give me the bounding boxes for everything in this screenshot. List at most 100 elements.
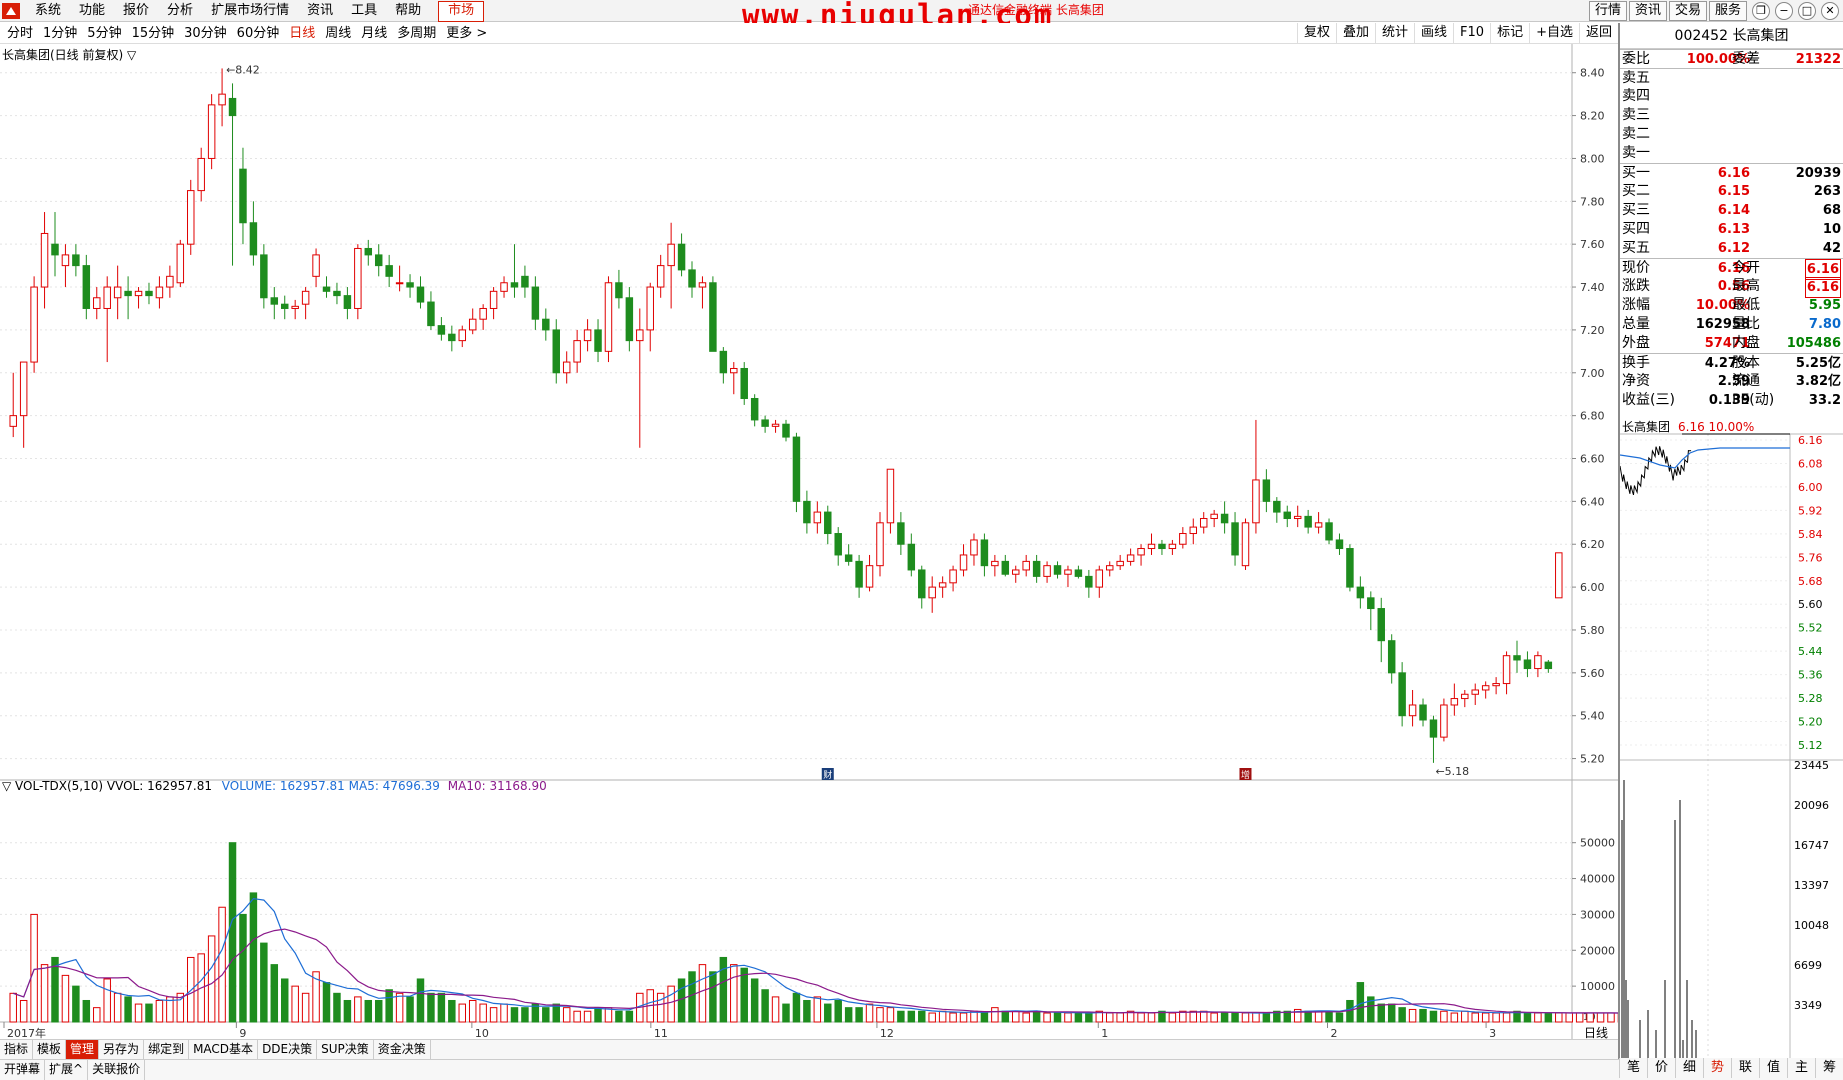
top-right-buttons: 行情 资讯 交易 服务	[1587, 1, 1747, 21]
tool-button-3[interactable]: 画线	[1414, 23, 1453, 43]
tool-button-1[interactable]: 叠加	[1335, 23, 1375, 43]
quote-label: 涨幅	[1622, 297, 1650, 313]
period-tab-3[interactable]: 15分钟	[127, 23, 180, 44]
quote-tab-0[interactable]: 笔	[1619, 1058, 1647, 1078]
indicator-tab-0[interactable]: 指标	[0, 1040, 34, 1059]
period-tab-7[interactable]: 周线	[320, 23, 356, 44]
candle-body	[1147, 543, 1156, 550]
tool-button-7[interactable]: 返回	[1578, 23, 1618, 43]
period-tab-1[interactable]: 1分钟	[38, 23, 82, 44]
candle-body	[1064, 569, 1072, 575]
menu-item-6[interactable]: 工具	[342, 0, 386, 22]
quote-label: 现价	[1622, 260, 1650, 276]
top-button-0[interactable]: 行情	[1588, 1, 1627, 21]
candle-body	[970, 539, 978, 556]
buy-price: 6.13	[1717, 222, 1750, 237]
candle-body	[1231, 522, 1239, 556]
period-tab-2[interactable]: 5分钟	[82, 23, 126, 44]
price-tick-label: 6.00	[1580, 581, 1605, 594]
period-tab-0[interactable]: 分时	[2, 23, 38, 44]
restore-icon[interactable]: ❐	[1752, 2, 1770, 20]
top-button-2[interactable]: 交易	[1668, 1, 1707, 21]
volume-bar	[281, 978, 289, 1023]
indicator-tab-8[interactable]: 资金决策	[374, 1040, 431, 1059]
candle-body	[437, 325, 446, 335]
bottom-tab-2[interactable]: 关联报价	[88, 1060, 146, 1080]
bottom-tab-0[interactable]: 开弹幕	[0, 1060, 46, 1080]
menu-item-2[interactable]: 报价	[114, 0, 158, 22]
tool-button-4[interactable]: F10	[1453, 23, 1490, 43]
top-button-1[interactable]: 资讯	[1628, 1, 1667, 21]
weicha-value: 21322	[1795, 52, 1841, 67]
candle-body	[51, 243, 59, 256]
candle-body	[1022, 560, 1030, 571]
close-icon[interactable]: ✕	[1821, 2, 1839, 20]
chart-title: 长高集团(日线 前复权) ▽	[2, 48, 137, 62]
volume-bar	[1575, 1012, 1584, 1023]
quote-row-4: 外盘 57471 内盘 105486	[1620, 334, 1843, 353]
maximize-icon[interactable]: □	[1798, 2, 1816, 20]
main-menu: 系统 功能 报价 分析 扩展市场行情 资讯 工具 帮助 市场	[26, 0, 485, 22]
candle-body	[844, 554, 853, 562]
period-tab-10[interactable]: 更多 >	[441, 23, 492, 44]
menu-item-0[interactable]: 系统	[26, 0, 70, 22]
quote-tab-4[interactable]: 联	[1731, 1058, 1759, 1078]
tool-button-6[interactable]: +自选	[1529, 23, 1579, 43]
sell-row-1: 卖四	[1620, 87, 1843, 106]
candle-body	[542, 318, 550, 331]
menu-item-4[interactable]: 扩展市场行情	[202, 0, 298, 22]
indicator-tab-1[interactable]: 模板	[33, 1040, 67, 1059]
period-tab-8[interactable]: 月线	[356, 23, 392, 44]
buy-volume: 20939	[1795, 166, 1841, 181]
menu-item-1[interactable]: 功能	[70, 0, 114, 22]
indicator-tab-6[interactable]: DDE决策	[258, 1040, 318, 1059]
indicator-tab-2[interactable]: 管理	[66, 1040, 100, 1059]
top-button-3[interactable]: 服务	[1708, 1, 1747, 21]
candle-body	[803, 500, 811, 524]
kline-chart[interactable]: 8.40 8.20 8.00 7.80 7.60 7.40 7.20 7.00 6.80 6.60…	[0, 44, 1618, 1045]
candle-body	[500, 282, 508, 292]
quote-tab-3[interactable]: 势	[1703, 1058, 1731, 1078]
quote-tab-6[interactable]: 主	[1787, 1058, 1815, 1078]
price-tick-label: 7.80	[1580, 195, 1605, 208]
menu-item-5[interactable]: 资讯	[298, 0, 342, 22]
sell-label: 卖二	[1622, 126, 1650, 142]
volume-bar	[1210, 1012, 1218, 1023]
indicator-tab-3[interactable]: 另存为	[99, 1040, 145, 1059]
volume-bar	[406, 996, 414, 1023]
mini-volume-tick: 3349	[1794, 999, 1822, 1012]
tool-button-5[interactable]: 标记	[1490, 23, 1529, 43]
tool-button-0[interactable]: 复权	[1296, 23, 1336, 43]
buy-label: 买二	[1622, 183, 1650, 199]
intraday-mini-chart[interactable]: 长高集团 6.16 10.00% 6.16 6.08 6.00 5.92 5.84 5.76 5…	[1620, 420, 1843, 1060]
menu-item-7[interactable]: 帮助	[386, 0, 430, 22]
indicator-tab-7[interactable]: SUP决策	[317, 1040, 374, 1059]
volume-bar	[792, 992, 801, 1023]
bottom-tab-1[interactable]: 扩展^	[45, 1060, 89, 1080]
quote-tab-7[interactable]: 筹	[1815, 1058, 1843, 1078]
minimize-icon[interactable]: −	[1775, 2, 1793, 20]
indicator-tab-5[interactable]: MACD基本	[189, 1040, 259, 1059]
period-tab-9[interactable]: 多周期	[392, 23, 441, 44]
candle-body	[1555, 552, 1563, 599]
candle-body	[562, 361, 571, 374]
period-tab-6[interactable]: 日线	[284, 23, 320, 44]
quote-tab-5[interactable]: 值	[1759, 1058, 1787, 1078]
candle-body	[636, 329, 644, 342]
menu-item-market[interactable]: 市场	[438, 1, 485, 22]
quote-tab-2[interactable]: 细	[1675, 1058, 1703, 1078]
volume-bar	[9, 992, 17, 1023]
volume-bar	[72, 985, 80, 1023]
candle-body	[458, 329, 467, 342]
period-tab-4[interactable]: 30分钟	[179, 23, 232, 44]
period-tab-5[interactable]: 60分钟	[232, 23, 285, 44]
candle-body	[750, 397, 759, 421]
indicator-tab-4[interactable]: 绑定到	[144, 1040, 190, 1059]
sell-row-2: 卖三	[1620, 106, 1843, 125]
tool-button-2[interactable]: 统计	[1375, 23, 1414, 43]
quote-tab-1[interactable]: 价	[1647, 1058, 1675, 1078]
candle-body	[1481, 685, 1490, 691]
volume-bar	[291, 985, 299, 1023]
volume-bar	[844, 1007, 853, 1023]
menu-item-3[interactable]: 分析	[158, 0, 202, 22]
